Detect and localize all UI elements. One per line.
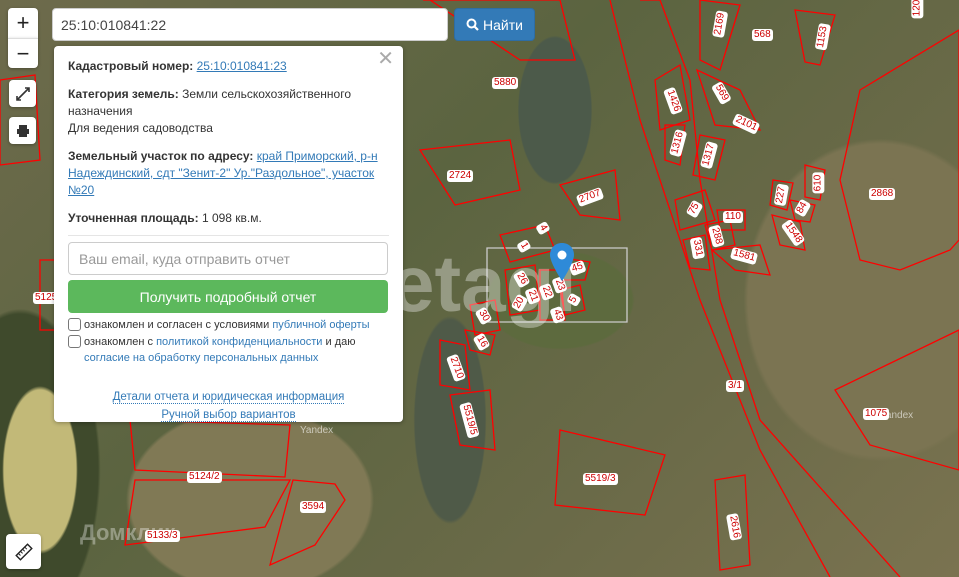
land-category-row: Категория земель: Земли сельскохозяйстве… xyxy=(68,86,389,137)
area-value: 1 098 кв.м. xyxy=(201,211,262,225)
parcel-label[interactable]: 568 xyxy=(752,29,773,41)
close-icon[interactable]: ✕ xyxy=(377,49,394,69)
parcel-label[interactable]: 3594 xyxy=(300,501,327,513)
parcel-label[interactable]: 5519/3 xyxy=(583,473,618,485)
cadastral-number-label: Кадастровый номер: xyxy=(68,59,194,73)
privacy-checkbox[interactable] xyxy=(68,335,81,348)
parcel-label[interactable]: 5124/2 xyxy=(187,471,222,483)
parcel-info-popup: ✕ Кадастровый номер: 25:10:010841:23 Кат… xyxy=(54,46,403,422)
parcel-label[interactable]: 5133/3 xyxy=(145,530,180,542)
print-icon xyxy=(16,124,29,137)
yandex-watermark: Yandex xyxy=(300,425,334,436)
email-input[interactable] xyxy=(68,242,388,275)
manual-selection-link[interactable]: Ручной выбор вариантов xyxy=(161,409,296,422)
offer-consent-text: ознакомлен и согласен с условиями xyxy=(84,319,273,331)
public-offer-link[interactable]: публичной оферты xyxy=(272,319,369,331)
parcel-label[interactable]: 5880 xyxy=(492,77,519,89)
print-button[interactable] xyxy=(9,117,36,144)
area-label: Уточненная площадь: xyxy=(68,211,199,225)
land-category-label: Категория земель: xyxy=(68,87,179,101)
search-icon xyxy=(466,18,479,31)
zoom-in-button[interactable]: + xyxy=(8,8,38,38)
ruler-icon xyxy=(14,542,33,561)
privacy-consent: ознакомлен с политикой конфиденциальност… xyxy=(68,334,389,366)
parcel-label[interactable]: 2868 xyxy=(869,188,896,200)
get-report-button[interactable]: Получить подробный отчет xyxy=(68,280,388,313)
search-button[interactable]: Найти xyxy=(454,8,535,41)
report-details-link[interactable]: Детали отчета и юридическая информация xyxy=(112,391,345,404)
parcel-label[interactable]: 3/1 xyxy=(726,380,744,392)
address-row: Земельный участок по адресу: край Примор… xyxy=(68,148,389,199)
parcel-label[interactable]: 110 xyxy=(723,211,743,223)
divider xyxy=(68,235,389,236)
ruler-button[interactable] xyxy=(6,534,41,569)
address-label: Земельный участок по адресу: xyxy=(68,149,254,163)
location-marker-icon[interactable] xyxy=(549,243,575,281)
zoom-out-button[interactable]: − xyxy=(8,38,38,68)
offer-consent: ознакомлен и согласен с условиями публич… xyxy=(68,317,389,333)
parcel-label[interactable]: 120 xyxy=(911,0,924,19)
expand-icon xyxy=(15,86,30,101)
fullscreen-button[interactable] xyxy=(9,80,36,107)
cadastral-search-input[interactable] xyxy=(52,8,448,41)
cadastral-number-row: Кадастровый номер: 25:10:010841:23 xyxy=(68,58,389,75)
personal-data-consent-link[interactable]: согласие на обработку персональных данны… xyxy=(84,352,318,364)
land-use-value: Для ведения садоводства xyxy=(68,121,213,135)
parcel-label[interactable]: 2724 xyxy=(447,170,474,182)
parcel-label[interactable]: 610 xyxy=(812,172,825,194)
area-row: Уточненная площадь: 1 098 кв.м. xyxy=(68,210,389,227)
privacy-consent-mid: и даю xyxy=(322,336,356,348)
privacy-consent-text: ознакомлен с xyxy=(84,336,157,348)
cadastral-number-link[interactable]: 25:10:010841:23 xyxy=(197,59,287,73)
search-button-label: Найти xyxy=(483,16,523,33)
parcel-label[interactable]: 1075 xyxy=(863,408,890,420)
privacy-policy-link[interactable]: политикой конфиденциальности xyxy=(156,336,322,348)
offer-checkbox[interactable] xyxy=(68,318,81,331)
